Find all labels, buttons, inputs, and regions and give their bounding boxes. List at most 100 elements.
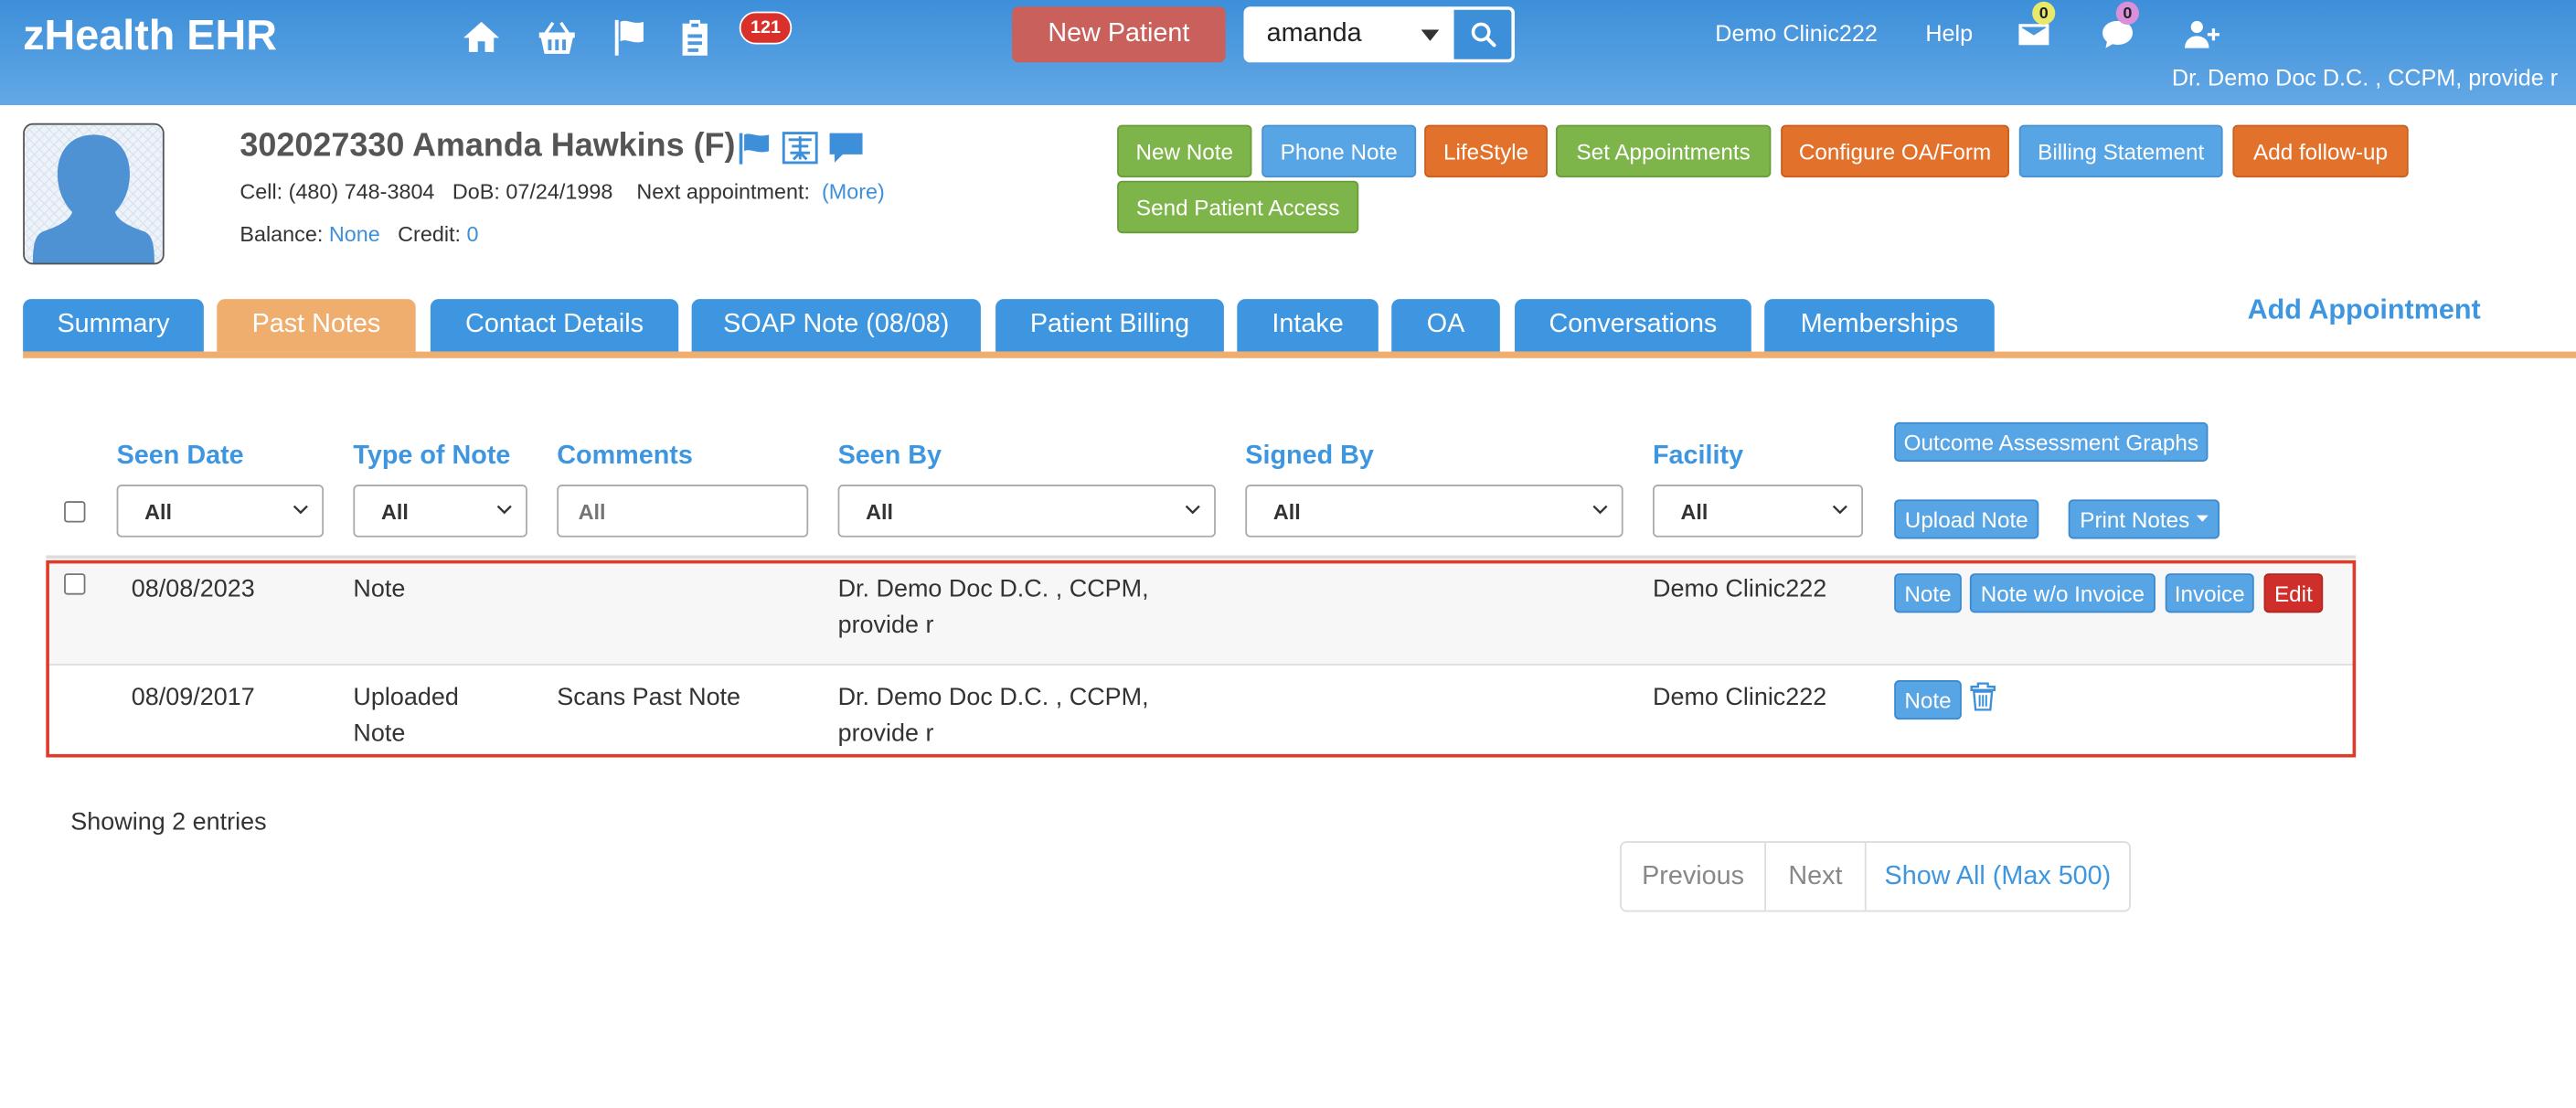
tab-soap-note[interactable]: SOAP Note (08/08) xyxy=(691,299,981,352)
seen-date-filter-value: All xyxy=(144,498,173,524)
tab-past-notes[interactable]: Past Notes xyxy=(217,299,416,352)
next-page-button[interactable]: Next xyxy=(1766,842,1867,911)
row-seen-date: 08/09/2017 xyxy=(131,683,255,712)
credit-value[interactable]: 0 xyxy=(467,222,479,247)
current-user[interactable]: Dr. Demo Doc D.C. , CCPM, provide r xyxy=(2172,64,2558,91)
row-facility: Demo Clinic222 xyxy=(1652,683,1827,712)
billing-statement-button[interactable]: Billing Statement xyxy=(2018,124,2223,178)
previous-page-button[interactable]: Previous xyxy=(1622,842,1766,911)
row-seen-by: Dr. Demo Doc D.C. , CCPM, provide r xyxy=(838,680,1149,752)
caret-down-icon xyxy=(1420,28,1439,41)
row-facility: Demo Clinic222 xyxy=(1652,575,1827,603)
trash-icon[interactable] xyxy=(1970,682,1996,711)
tab-summary[interactable]: Summary xyxy=(23,299,204,352)
col-comments[interactable]: Comments xyxy=(557,442,693,471)
chevron-down-icon xyxy=(1592,505,1608,515)
row-comments: Scans Past Note xyxy=(557,683,741,712)
tab-oa[interactable]: OA xyxy=(1391,299,1500,352)
row-note-type-line-2: Note xyxy=(353,719,406,748)
send-patient-access-button[interactable]: Send Patient Access xyxy=(1117,180,1359,234)
flag-icon[interactable] xyxy=(736,132,772,165)
home-icon[interactable] xyxy=(460,16,503,59)
cell-phone: (480) 748-3804 xyxy=(288,178,435,204)
tab-conversations[interactable]: Conversations xyxy=(1515,299,1751,352)
configure-oa-form-button[interactable]: Configure OA/Form xyxy=(1781,124,2009,178)
comments-filter-input[interactable] xyxy=(557,485,809,538)
top-nav-bar: zHealth EHR 121 New Patient Demo Clinic2… xyxy=(0,0,2576,106)
seen-date-filter[interactable]: All xyxy=(116,485,325,538)
col-seen-date[interactable]: Seen Date xyxy=(117,442,244,471)
dob-value: 07/24/1998 xyxy=(506,178,613,204)
tab-underline xyxy=(23,351,2576,358)
print-notes-button[interactable]: Print Notes xyxy=(2068,499,2220,539)
col-facility[interactable]: Facility xyxy=(1653,442,1743,471)
signed-by-filter[interactable]: All xyxy=(1245,485,1623,538)
chat-icon[interactable]: 0 xyxy=(2100,1,2139,53)
new-note-button[interactable]: New Note xyxy=(1117,124,1252,178)
view-note-button[interactable]: Note xyxy=(1894,680,1962,720)
flag-icon[interactable] xyxy=(608,16,651,59)
facility-filter-value: All xyxy=(1680,498,1708,524)
patient-flag-icons xyxy=(736,132,864,165)
set-appointments-button[interactable]: Set Appointments xyxy=(1555,124,1772,178)
caret-down-icon xyxy=(2196,515,2209,522)
comment-icon[interactable] xyxy=(828,132,865,165)
phone-note-button[interactable]: Phone Note xyxy=(1261,124,1417,178)
chat-count-badge: 0 xyxy=(2115,1,2139,25)
upload-note-button[interactable]: Upload Note xyxy=(1894,499,2039,539)
pagination: Previous Next Show All (Max 500) xyxy=(1620,841,2131,912)
help-link[interactable]: Help xyxy=(1925,20,1973,47)
chevron-down-icon xyxy=(496,505,512,515)
add-appointment-link[interactable]: Add Appointment xyxy=(2248,294,2481,327)
clinic-link[interactable]: Demo Clinic222 xyxy=(1715,20,1878,47)
app-root: zHealth EHR 121 New Patient Demo Clinic2… xyxy=(0,0,2576,1107)
chinese-character-icon[interactable] xyxy=(782,132,818,165)
edit-note-button[interactable]: Edit xyxy=(2263,573,2324,613)
dob-label: DoB: xyxy=(452,178,500,204)
mail-count-badge: 0 xyxy=(2032,1,2056,25)
type-of-note-filter-value: All xyxy=(380,498,409,524)
new-patient-button[interactable]: New Patient xyxy=(1012,6,1226,63)
row-seen-date: 08/08/2023 xyxy=(131,575,255,603)
basket-icon[interactable] xyxy=(536,16,579,59)
row-note-type: Uploaded Note xyxy=(353,680,458,752)
note-without-invoice-button[interactable]: Note w/o Invoice xyxy=(1969,573,2156,613)
patient-search xyxy=(1243,6,1516,63)
type-of-note-filter[interactable]: All xyxy=(353,485,527,538)
view-note-button[interactable]: Note xyxy=(1894,573,1962,613)
more-link[interactable]: (More) xyxy=(822,179,885,204)
lifestyle-button[interactable]: LifeStyle xyxy=(1424,124,1548,178)
balance-value[interactable]: None xyxy=(329,222,380,247)
outcome-assessment-graphs-button[interactable]: Outcome Assessment Graphs xyxy=(1894,421,2209,463)
entries-count: Showing 2 entries xyxy=(70,808,267,836)
tab-contact-details[interactable]: Contact Details xyxy=(430,299,679,352)
tasks-count-badge[interactable]: 121 xyxy=(739,11,793,45)
select-all-checkbox[interactable] xyxy=(64,501,86,523)
search-scope-dropdown[interactable] xyxy=(1405,10,1454,59)
show-all-button[interactable]: Show All (Max 500) xyxy=(1867,843,2130,911)
clipboard-icon[interactable] xyxy=(674,16,717,59)
chevron-down-icon xyxy=(293,505,308,515)
patient-title: 302027330 Amanda Hawkins (F) xyxy=(240,128,736,165)
row-seen-by-line-1: Dr. Demo Doc D.C. , CCPM, xyxy=(837,683,1149,712)
add-user-icon[interactable] xyxy=(2183,16,2220,53)
search-button[interactable] xyxy=(1453,9,1512,59)
invoice-button[interactable]: Invoice xyxy=(2165,573,2254,613)
patient-search-input[interactable] xyxy=(1247,9,1421,59)
add-follow-up-button[interactable]: Add follow-up xyxy=(2232,124,2409,178)
person-silhouette-icon xyxy=(24,124,163,263)
col-type-of-note[interactable]: Type of Note xyxy=(353,442,510,471)
tab-patient-billing[interactable]: Patient Billing xyxy=(995,299,1224,352)
row-checkbox[interactable] xyxy=(64,573,86,595)
signed-by-filter-value: All xyxy=(1272,498,1301,524)
credit-label: Credit: xyxy=(398,221,462,247)
col-seen-by[interactable]: Seen By xyxy=(838,442,942,471)
mail-icon[interactable]: 0 xyxy=(2016,1,2056,53)
tab-memberships[interactable]: Memberships xyxy=(1764,299,1995,352)
facility-filter[interactable]: All xyxy=(1652,485,1864,538)
tab-intake[interactable]: Intake xyxy=(1237,299,1378,352)
col-signed-by[interactable]: Signed By xyxy=(1245,442,1374,471)
row-note-type: Note xyxy=(353,575,406,603)
brand-logo[interactable]: zHealth EHR xyxy=(23,10,277,61)
seen-by-filter[interactable]: All xyxy=(837,485,1216,538)
